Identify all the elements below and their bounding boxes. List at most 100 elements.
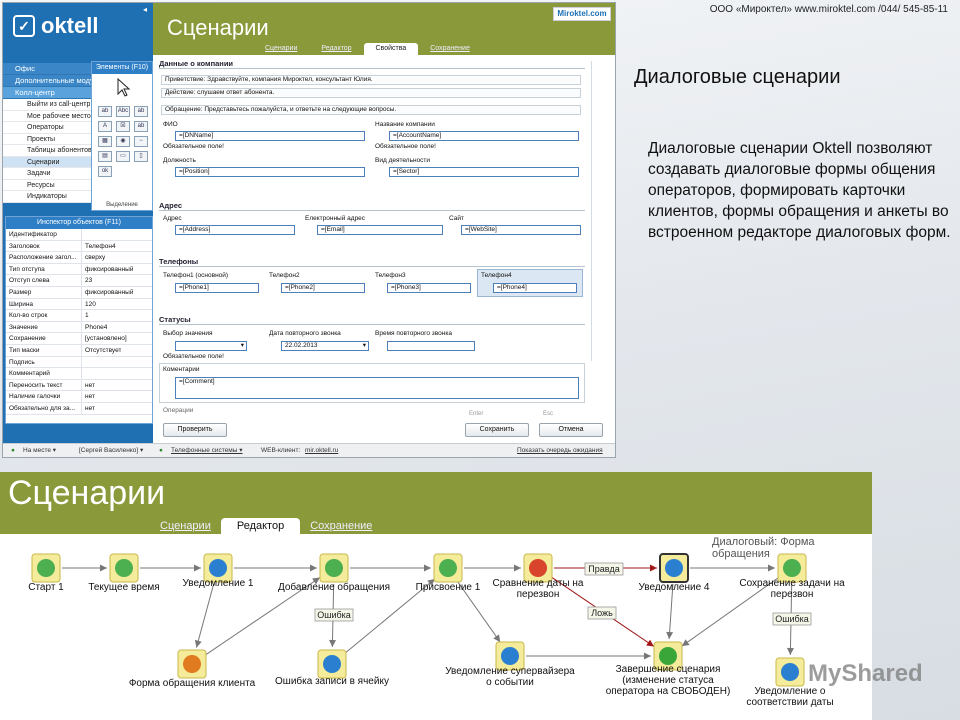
phone-systems-link[interactable]: Телефонные системы ▾ [171,444,243,457]
property-value[interactable]: 1 [82,310,89,321]
inspector-row[interactable]: Расположение загол... сверху [6,252,152,264]
inspector-row[interactable]: Обязательно для за... нет [6,402,152,415]
show-queue-link[interactable]: Показать очередь ожидания [517,444,603,457]
save-button[interactable]: Сохранить [465,423,529,437]
flow-node-supervisor[interactable]: Уведомление супервайзерао событии [445,641,575,688]
fio-field[interactable]: =[DNName] [175,131,365,141]
phone4-field[interactable]: =[Phone4] [493,283,577,293]
phone2-field[interactable]: =[Phone2] [281,283,365,293]
status-select[interactable]: ▾ [175,341,247,351]
inspector-row[interactable]: Отступ слева 23 [6,275,152,287]
flow-node-assign1[interactable]: Присвоение 1 [416,553,481,593]
property-value[interactable]: Phone4 [82,322,107,333]
property-value[interactable]: сверху [82,252,105,263]
callback-date-field[interactable]: 22.02.2013 ▾ [281,341,369,351]
property-value[interactable]: [установлено] [82,333,127,344]
label-tool-icon[interactable]: ab [98,106,112,117]
nav-item[interactable]: Ресурсы [3,179,91,191]
flow-node-compare[interactable]: Сравнение даты наперезвон [493,553,584,600]
collapse-icon[interactable]: ◂ [143,5,147,14]
flow-node-note4[interactable]: Уведомление 4 [638,553,710,593]
property-value[interactable] [82,368,85,379]
inspector-row[interactable]: Комментарий [6,368,152,380]
nav-item[interactable]: Индикаторы [3,191,91,203]
nav-item[interactable]: Мое рабочее место [3,110,91,122]
watermark-logo: MyShared [808,660,923,687]
email-field[interactable]: =[Email] [317,225,443,235]
flow-node-errcell[interactable]: Ошибка записи в ячейку [275,649,389,687]
property-value[interactable] [82,229,85,240]
minus-tool-icon[interactable]: − [134,136,148,147]
grid-tool-icon[interactable]: ▦ [98,136,112,147]
callback-time-field[interactable] [387,341,475,351]
panel-tool-icon[interactable]: ▯ [134,151,148,162]
inspector-row[interactable]: Тип отступа фиксированный [6,263,152,276]
tab-scenarios[interactable]: Сценарии [253,43,309,55]
action-text[interactable]: Действие: слушаем ответ абонента. [161,88,581,98]
phone1-field[interactable]: =[Phone1] [175,283,259,293]
tab-save[interactable]: Сохранение [418,43,482,55]
web-client-link[interactable]: mir.oktell.ru [305,444,338,457]
nav-item[interactable]: Проекты [3,133,91,145]
pointer-icon[interactable] [116,78,132,98]
inspector-row[interactable]: Ширина 120 [6,298,152,311]
current-user[interactable]: [Сергей Василенко] ▾ [79,444,143,457]
activity-field[interactable]: =[Sector] [389,167,579,177]
flow-node-start[interactable]: Старт 1 [28,553,64,593]
property-value[interactable]: 120 [82,299,96,310]
text-tool-icon[interactable]: Abc [116,106,130,117]
tab-editor[interactable]: Редактор [309,43,363,55]
ok-tool-icon[interactable]: ok [98,166,112,177]
inspector-row[interactable]: Заголовок Телефон4 [6,240,152,253]
property-value[interactable] [82,357,85,368]
flow-node-savetask[interactable]: Сохранение задачи наперезвон [739,553,845,600]
property-value[interactable]: фиксированный [82,287,133,298]
presence-status[interactable]: На месте ▾ [23,444,56,457]
inspector-row[interactable]: Значение Phone4 [6,321,152,334]
nav-item[interactable]: Таблицы абонентов [3,145,91,157]
check-button[interactable]: Проверить [163,423,227,437]
checkbox-tool-icon[interactable]: ☒ [116,121,130,132]
property-value[interactable]: фиксированный [82,264,133,275]
nav-item[interactable]: Задачи [3,168,91,180]
flow-node-finish[interactable]: Завершение сценария(изменение статусаопе… [606,641,731,697]
form-scrollbar[interactable] [591,61,605,361]
inspector-row[interactable]: Переносить текст нет [6,379,152,392]
image-tool-icon[interactable]: ▭ [116,151,130,162]
inspector-row[interactable]: Сохранение [установлено] [6,333,152,345]
appeal-text[interactable]: Обращение: Представьтесь пожалуйста, и о… [161,105,581,115]
property-value[interactable]: Телефон4 [82,241,116,252]
table-tool-icon[interactable]: ▤ [98,151,112,162]
flow-node-addreq[interactable]: Добавление обращения [278,553,390,593]
position-field[interactable]: =[Position] [175,167,365,177]
inspector-row[interactable]: Наличие галочки нет [6,391,152,403]
phone3-field[interactable]: =[Phone3] [387,283,471,293]
property-value[interactable]: 23 [82,275,92,286]
inspector-row[interactable]: Размер фиксированный [6,286,152,299]
property-value[interactable]: Отсутствует [82,345,121,356]
flow-node-time[interactable]: Текущее время [88,553,160,593]
property-value[interactable]: нет [82,380,95,391]
inspector-row[interactable]: Идентификатор [6,229,152,241]
cancel-button[interactable]: Отмена [539,423,603,437]
radio-tool-icon[interactable]: ◉ [116,136,130,147]
tab-properties[interactable]: Свойства [363,43,419,55]
company-field[interactable]: =[AccountName] [389,131,579,141]
list-tool-icon[interactable]: ab [134,121,148,132]
nav-item[interactable]: Операторы [3,122,91,134]
nav-item[interactable]: Выйти из call-центр [3,99,91,111]
greeting-text[interactable]: Приветствие: Здравствуйте, компания Миро… [161,75,581,85]
nav-item-scenarios[interactable]: Сценарии [3,156,91,168]
font-tool-icon[interactable]: A [98,121,112,132]
address-field[interactable]: =[Address] [175,225,295,235]
inspector-row[interactable]: Подпись [6,356,152,369]
flow-node-form[interactable]: Форма обращения клиента [129,649,256,689]
site-field[interactable]: =[WebSite] [461,225,581,235]
input-tool-icon[interactable]: ab [134,106,148,117]
property-value[interactable]: нет [82,403,95,414]
property-value[interactable]: нет [82,391,95,402]
comment-field[interactable]: =[Comment] [175,377,579,399]
inspector-row[interactable]: Тип маски Отсутствует [6,344,152,357]
flow-node-note1[interactable]: Уведомление 1 [182,553,254,589]
inspector-row[interactable]: Кол-во строк 1 [6,310,152,322]
